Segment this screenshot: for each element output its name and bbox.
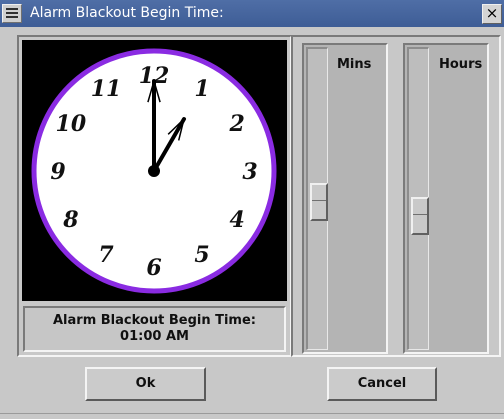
hours-slider-thumb[interactable] (411, 197, 429, 235)
clock-numeral-1: 1 (194, 76, 209, 102)
clock-numeral-4: 4 (229, 207, 244, 233)
clock-numeral-8: 8 (62, 207, 78, 233)
mins-label: Mins (337, 57, 372, 72)
hours-label: Hours (439, 57, 483, 72)
clock-numeral-5: 5 (194, 242, 209, 268)
hours-slider-frame: Hours (403, 43, 489, 354)
window-menu-icon[interactable] (2, 4, 22, 23)
clock-numeral-11: 11 (91, 76, 122, 102)
status-label: Alarm Blackout Begin Time: (53, 313, 256, 328)
ok-button[interactable]: Ok (85, 367, 206, 401)
clock-display: 12 1 2 3 4 5 6 7 8 9 10 11 (22, 40, 287, 301)
mins-slider-track[interactable] (306, 47, 328, 350)
clock-numeral-2: 2 (228, 111, 244, 137)
clock-numeral-9: 9 (50, 159, 65, 185)
mins-slider-frame: Mins (302, 43, 388, 354)
clock-center-pin (148, 165, 160, 177)
clock-numeral-7: 7 (98, 242, 114, 268)
clock-numeral-3: 3 (242, 159, 257, 185)
close-button[interactable]: × (482, 4, 502, 24)
status-box: Alarm Blackout Begin Time: 01:00 AM (23, 306, 286, 352)
title-bar: Alarm Blackout Begin Time: × (0, 0, 504, 27)
window-bottom-edge (0, 413, 504, 414)
mins-slider-thumb[interactable] (310, 183, 328, 221)
clock-numeral-10: 10 (56, 111, 87, 137)
status-time-value: 01:00 AM (120, 329, 189, 344)
hours-slider-track[interactable] (407, 47, 429, 350)
window-title: Alarm Blackout Begin Time: (30, 5, 224, 21)
analog-clock: 12 1234567891011 (31, 48, 277, 294)
cancel-button[interactable]: Cancel (327, 367, 437, 401)
clock-numeral-6: 6 (146, 255, 161, 281)
